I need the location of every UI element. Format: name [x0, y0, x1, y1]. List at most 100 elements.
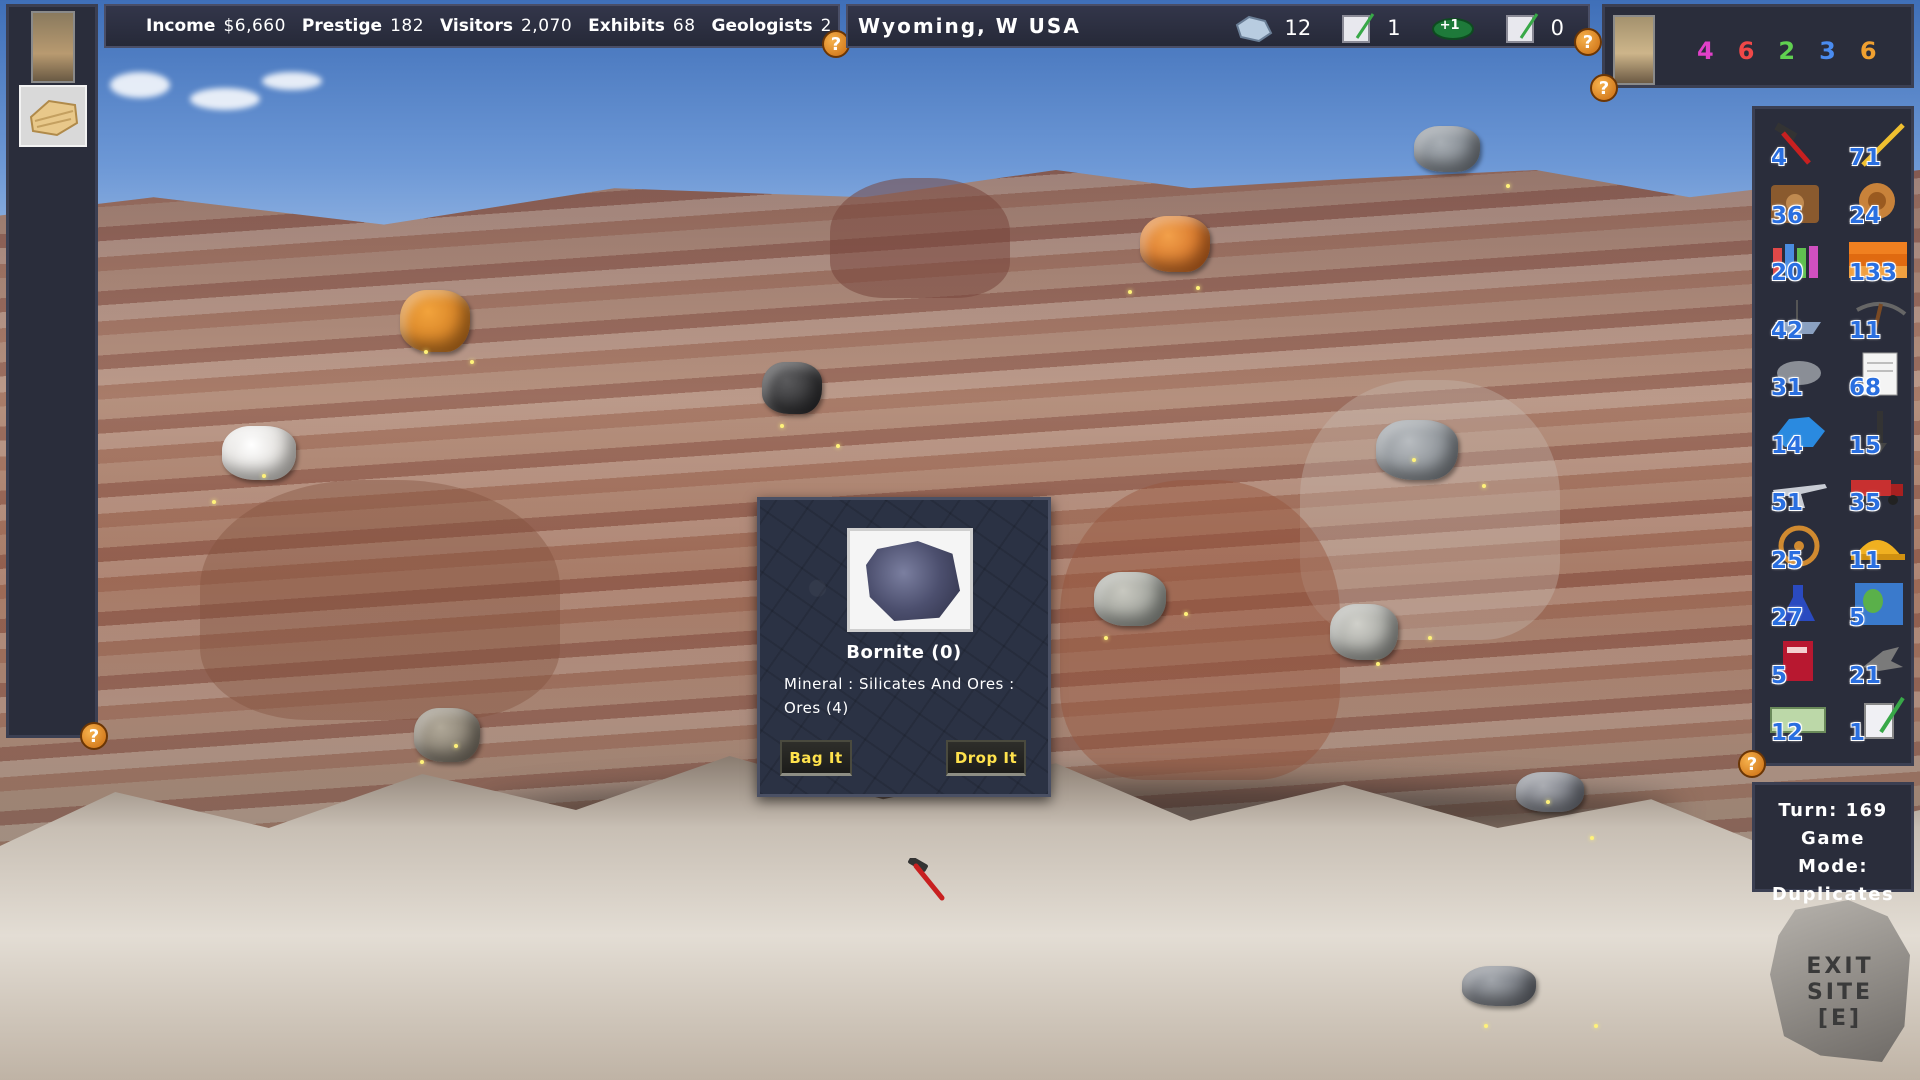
help-button-location[interactable]: ? [1574, 28, 1602, 56]
inventory-slot[interactable]: 42 [1765, 292, 1835, 348]
inventory-slot[interactable]: 11 [1843, 292, 1913, 348]
permit-card-icon [1342, 13, 1375, 43]
die-value: 3 [1819, 37, 1836, 65]
cash-bonus-badge: +1 [1439, 18, 1460, 33]
inventory-slot[interactable]: 14 [1765, 407, 1835, 463]
inventory-slot[interactable]: 68 [1843, 349, 1913, 405]
inventory-count: 11 [1849, 317, 1882, 344]
exhibits-value: 68 [672, 16, 696, 36]
inventory-slot[interactable]: 35 [1843, 464, 1913, 520]
rock-specimen[interactable] [1330, 604, 1398, 660]
inventory-slot[interactable]: 21 [1843, 637, 1913, 693]
inventory-count: 15 [1849, 432, 1882, 459]
sandstone-sample-icon [29, 99, 79, 137]
rock-specimen[interactable] [1516, 772, 1584, 812]
specimen-dialog: Bornite (0) Mineral : Silicates And Ores… [757, 497, 1051, 797]
sparkle [1546, 800, 1550, 804]
sparkle [780, 424, 784, 428]
rock-sample-counter: 12 [1233, 13, 1312, 43]
inventory-count: 42 [1771, 317, 1804, 344]
inventory-slot[interactable]: 27 [1765, 579, 1835, 635]
drop-it-button[interactable]: Drop It [946, 740, 1026, 776]
player-avatar[interactable] [1613, 15, 1655, 85]
rock-specimen[interactable] [400, 290, 470, 352]
inventory-count: 5 [1849, 605, 1866, 631]
inventory-slot[interactable]: 5 [1843, 579, 1913, 635]
prestige-label: Prestige [301, 16, 383, 36]
geologist-avatar[interactable] [31, 11, 75, 83]
prestige-stat: Prestige 182 [302, 16, 428, 36]
sparkle [1128, 290, 1132, 294]
income-label: Income [146, 16, 216, 36]
rock-specimen[interactable] [1140, 216, 1210, 272]
permit-card-icon [1505, 13, 1538, 43]
inventory-slot[interactable]: 20 [1765, 234, 1835, 290]
sparkle [836, 444, 840, 448]
inventory-slot[interactable]: 71 [1843, 119, 1913, 175]
visitors-value: 2,070 [520, 16, 573, 36]
exit-site-line: EXIT [1806, 954, 1874, 979]
bornite-icon [866, 541, 960, 621]
help-button-inventory[interactable]: ? [1738, 750, 1766, 778]
inventory-slot[interactable]: 12 [1765, 694, 1835, 750]
inventory-slot[interactable]: 24 [1843, 177, 1913, 233]
rock-specimen[interactable] [762, 362, 822, 414]
bag-it-button[interactable]: Bag It [780, 740, 852, 776]
die-value: 6 [1737, 37, 1755, 65]
sparkle [1506, 184, 1510, 188]
ridge [200, 480, 560, 720]
inventory-count: 31 [1771, 375, 1804, 401]
inventory-slot[interactable]: 5 [1765, 637, 1835, 693]
inventory-slot[interactable]: 51 [1765, 464, 1835, 520]
inventory-slot[interactable]: 11 [1843, 522, 1913, 578]
ridge [830, 178, 1010, 298]
collected-sample-slot[interactable] [19, 85, 87, 147]
exit-site-button[interactable]: EXIT SITE [E] [1770, 900, 1910, 1062]
inventory-slot[interactable]: 4 [1765, 119, 1835, 175]
stats-bar: Income $6,660 Prestige 182 Visitors 2,070 E… [104, 4, 840, 48]
inventory-count: 12 [1771, 720, 1804, 746]
inventory-slot[interactable]: 31 [1765, 349, 1835, 405]
rock-specimen[interactable] [1414, 126, 1480, 172]
sparkle [424, 350, 428, 354]
cash-bonus-icon: +1 [1431, 15, 1475, 41]
player-panel: 4 6 2 3 6 [1602, 4, 1914, 88]
rock-specimen[interactable] [1094, 572, 1166, 626]
rock-specimen[interactable] [414, 708, 480, 762]
income-stat: Income $6,660 [146, 16, 290, 36]
help-button-player[interactable]: ? [1590, 74, 1618, 102]
sparkle [212, 500, 216, 504]
inventory-count: 27 [1771, 605, 1804, 631]
inventory-slot[interactable]: 133 [1843, 234, 1913, 290]
visitors-stat: Visitors 2,070 [440, 16, 576, 36]
turn-panel: Turn: 169 Game Mode: Duplicates [1752, 782, 1914, 905]
sparkle [1412, 458, 1416, 462]
sparkle [1594, 1024, 1598, 1028]
location-bar: Wyoming, W USA 12 1 +1 0 [846, 4, 1590, 48]
rock-specimen[interactable] [1462, 966, 1536, 1006]
permit-count-2: 0 [1550, 16, 1564, 40]
geologists-label: Geologists [711, 16, 813, 36]
inventory-count: 14 [1771, 432, 1804, 459]
inventory-slot[interactable]: 15 [1843, 407, 1913, 463]
rock-specimen[interactable] [1376, 420, 1458, 480]
exit-site-line: SITE [1806, 980, 1874, 1005]
rock-hammer-cursor-icon [908, 858, 945, 901]
inventory-count: 133 [1849, 260, 1898, 286]
specimen-description: Mineral : Silicates And Ores : Ores (4) [784, 675, 1015, 717]
inventory-slot[interactable]: 1 [1843, 694, 1913, 750]
inventory-count: 25 [1771, 547, 1804, 574]
rock-sample-count: 12 [1284, 16, 1312, 40]
inventory-slot[interactable]: 36 [1765, 177, 1835, 233]
inventory-count: 4 [1771, 145, 1788, 171]
location-name: Wyoming, W USA [858, 14, 1081, 38]
permit-counter: 1 [1341, 12, 1401, 44]
inventory-slot[interactable]: 25 [1765, 522, 1835, 578]
rock-specimen[interactable] [222, 426, 296, 480]
prestige-value: 182 [390, 16, 425, 36]
exit-site-hotkey: [E] [1817, 1006, 1863, 1031]
cloud [190, 88, 260, 110]
specimen-image [847, 528, 973, 632]
inventory-grid: 4 71 36 24 20 133 42 11 31 68 14 15 51 35 25 11 27 5 5 21 12… [1765, 119, 1913, 752]
help-button-left[interactable]: ? [80, 722, 108, 750]
